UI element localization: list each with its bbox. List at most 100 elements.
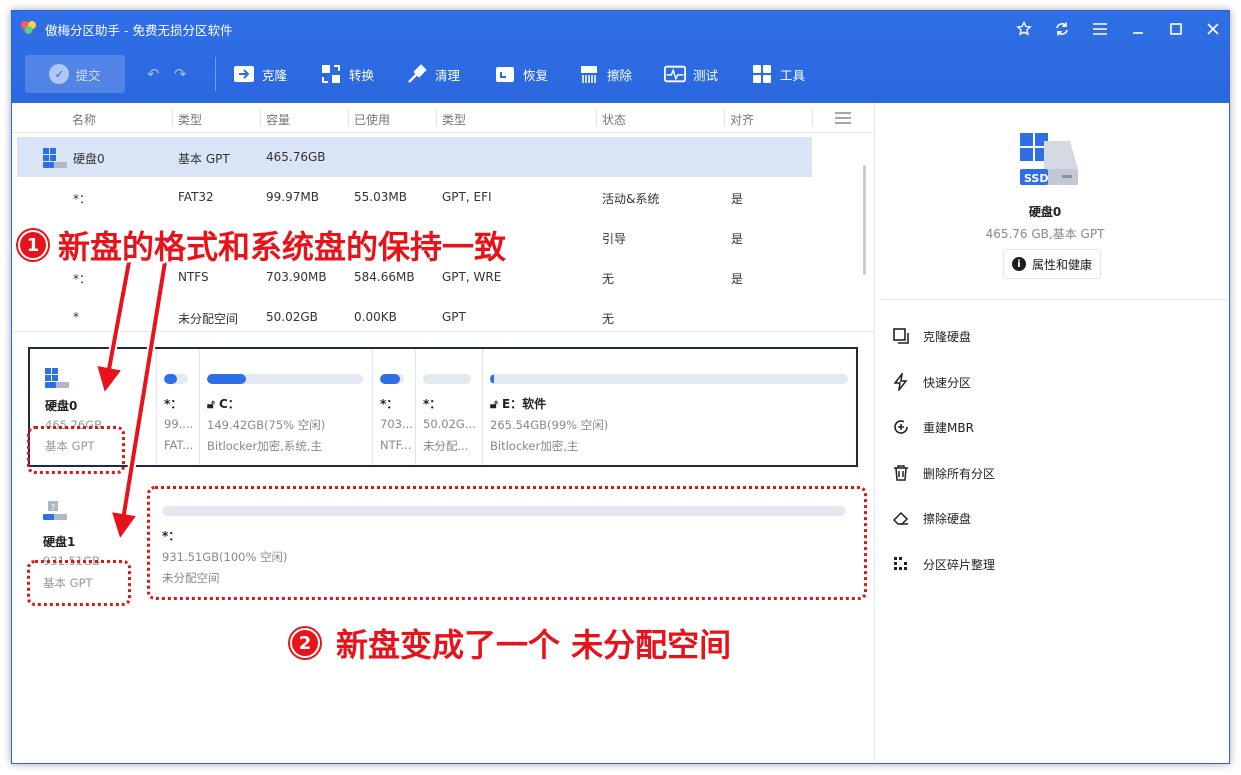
toolbar-cleanup[interactable]: 清理 (406, 61, 460, 87)
info-icon: i (1011, 257, 1026, 271)
menu-icon[interactable] (1086, 17, 1114, 41)
usage-fill (490, 374, 494, 384)
lock-icon: 🔓︎ (207, 397, 215, 411)
disk-name: 硬盘0 (73, 152, 105, 166)
trash-icon (891, 463, 911, 483)
toolbar-tools-label: 工具 (780, 67, 806, 83)
table-row[interactable]: 硬盘0 基本 GPT 465.76GB (17, 137, 812, 177)
action-rebuild-mbr[interactable]: 重建MBR (891, 416, 974, 438)
partition-name: * (73, 310, 79, 324)
partition-capacity: 50.02GB (266, 310, 318, 324)
toolbar-test[interactable]: 测试 (664, 61, 718, 87)
table-scrollbar[interactable] (863, 165, 866, 275)
toolbar-wipe-label: 擦除 (607, 67, 633, 83)
disk-card-0[interactable]: 硬盘0 465.76GB 基本 GPT *： 99.... FAT... 🔓︎ … (28, 347, 858, 467)
column-divider[interactable] (172, 109, 173, 127)
refresh-icon[interactable] (1048, 17, 1076, 41)
close-icon[interactable] (1199, 17, 1227, 41)
usage-fill (164, 374, 178, 384)
column-header[interactable]: 类型 (178, 111, 202, 128)
properties-health-button[interactable]: i 属性和健康 (1003, 249, 1101, 279)
redo-icon[interactable]: ↷ (174, 65, 187, 83)
partition-status: 无 (602, 272, 615, 286)
toolbar-clone[interactable]: 克隆 (233, 61, 287, 87)
maximize-icon[interactable] (1162, 17, 1190, 41)
clone-icon (233, 63, 255, 85)
partition-block[interactable]: *： 50.02G... 未分配... (417, 349, 481, 465)
disk-type: 基本 GPT (178, 152, 230, 166)
action-label: 重建MBR (923, 420, 974, 435)
action-quick-partition[interactable]: 快速分区 (891, 371, 971, 393)
highlight-disk1-type (27, 560, 131, 606)
action-wipe-disk[interactable]: 擦除硬盘 (891, 507, 971, 529)
action-delete-all[interactable]: 删除所有分区 (891, 462, 995, 484)
partition-name: *： (164, 397, 183, 411)
column-header[interactable]: 已使用 (354, 111, 390, 128)
app-title: 傲梅分区助手 - 免费无损分区软件 (45, 23, 233, 38)
partition-block[interactable]: 🔓︎ C： 149.42GB(75% 空闲) Bitlocker加密,系统,主 (201, 349, 371, 465)
submit-button[interactable]: ✓ 提交 (25, 55, 125, 93)
toolbar-tools[interactable]: 工具 (751, 61, 805, 87)
table-row[interactable]: *： FAT32 99.97MB 55.03MB GPT, EFI 活动&系统 … (17, 177, 812, 217)
check-icon: ✓ (49, 64, 70, 84)
partition-capacity: 99.97MB (266, 190, 319, 204)
action-defrag[interactable]: 分区碎片整理 (891, 553, 995, 575)
ssd-icon (45, 368, 69, 388)
column-settings-icon[interactable] (835, 112, 851, 124)
table-header: 名称 类型 容量 已使用 类型 状态 对齐 (12, 103, 874, 133)
column-divider[interactable] (436, 109, 437, 127)
callout-badge: 2 (290, 628, 320, 658)
rebuild-mbr-icon (891, 417, 911, 437)
app-logo-icon (21, 21, 36, 34)
action-clone-disk[interactable]: 克隆硬盘 (891, 325, 971, 347)
column-header[interactable]: 对齐 (730, 111, 754, 128)
toolbar: ✓ 提交 ↶ ↷ 克隆 转换 清理 恢复 擦除 测试 工具 (12, 51, 1229, 97)
partition-name: *： (423, 397, 442, 411)
cleanup-icon (406, 63, 428, 85)
selected-disk-name: 硬盘0 (1028, 205, 1062, 219)
ssd-icon: SSD (1020, 133, 1078, 185)
convert-icon (320, 63, 342, 85)
selected-disk-info: 465.76 GB,基本 GPT (985, 227, 1105, 241)
callout-badge: 1 (18, 230, 48, 260)
column-header[interactable]: 容量 (266, 111, 290, 128)
partition-type: GPT, WRE (442, 270, 502, 284)
star-icon[interactable] (1010, 17, 1038, 41)
quick-partition-icon (891, 372, 911, 392)
toolbar-recover[interactable]: 恢复 (494, 61, 548, 87)
partition-name: *： (73, 272, 92, 286)
column-header[interactable]: 状态 (602, 111, 626, 128)
column-divider[interactable] (812, 109, 813, 127)
partition-divider (415, 349, 416, 465)
properties-health-label: 属性和健康 (1031, 257, 1092, 272)
submit-label: 提交 (75, 67, 101, 83)
column-divider[interactable] (596, 109, 597, 127)
partition-block[interactable]: 🔓︎ E：软件 265.54GB(99% 空闲) Bitlocker加密,主 (484, 349, 858, 465)
column-header[interactable]: 名称 (72, 111, 96, 128)
column-header[interactable]: 类型 (442, 111, 466, 128)
partition-size: 265.54GB(99% 空闲) (490, 418, 609, 432)
column-divider[interactable] (348, 109, 349, 127)
toolbar-convert[interactable]: 转换 (320, 61, 374, 87)
partition-desc: FAT... (164, 438, 194, 452)
section-divider (12, 331, 874, 332)
toolbar-wipe[interactable]: 擦除 (578, 61, 632, 87)
disk-name: 硬盘1 (43, 535, 76, 549)
column-divider[interactable] (724, 109, 725, 127)
ssd-icon (43, 148, 67, 168)
eraser-icon (891, 508, 911, 528)
partition-desc: NTF... (380, 438, 412, 452)
callout-text: 新盘的格式和系统盘的保持一致 (58, 228, 507, 266)
partition-divider (156, 349, 157, 465)
minimize-icon[interactable] (1124, 17, 1152, 41)
partition-name-text: E：软件 (501, 397, 547, 411)
partition-align: 是 (731, 232, 744, 246)
partition-block[interactable]: *： 703... NTF... (374, 349, 414, 465)
partition-status: 无 (602, 312, 615, 326)
partition-size: 149.42GB(75% 空闲) (207, 418, 326, 432)
column-divider[interactable] (260, 109, 261, 127)
undo-icon[interactable]: ↶ (147, 65, 160, 83)
partition-fs: NTFS (178, 270, 209, 284)
partition-block[interactable]: *： 99.... FAT... (158, 349, 198, 465)
toolbar-cleanup-label: 清理 (435, 67, 461, 83)
